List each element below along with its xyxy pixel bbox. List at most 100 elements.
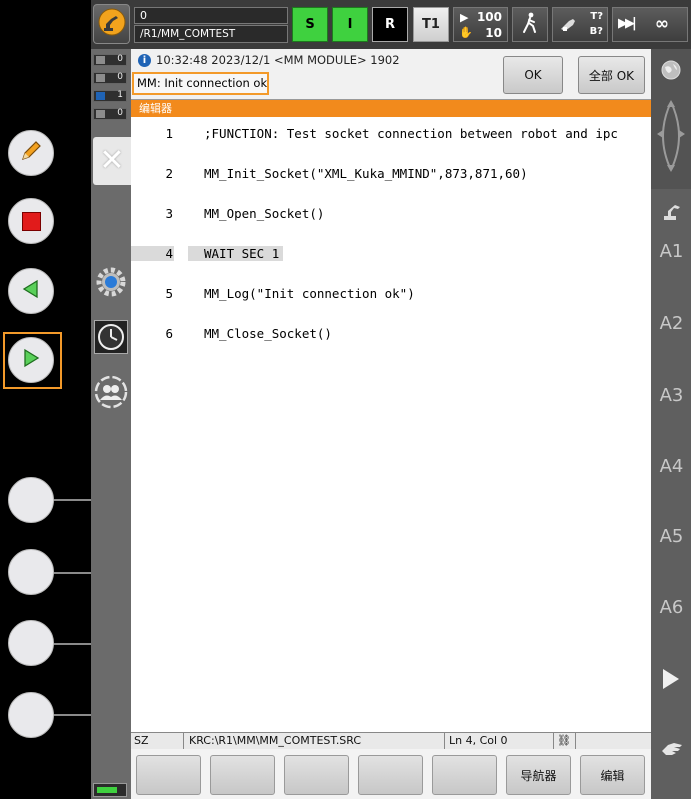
softkey-3[interactable] [284, 755, 349, 795]
operating-mode-status[interactable]: T1 [413, 7, 449, 42]
stop-icon [21, 211, 41, 231]
user-key-4[interactable] [8, 692, 54, 738]
line-text: MM_Log("Init connection ok") [204, 286, 415, 301]
code-line-1[interactable]: 1 ;FUNCTION: Test socket connection betwe… [131, 126, 651, 146]
drives-status[interactable]: I [332, 7, 368, 42]
ok-button[interactable]: OK [503, 56, 563, 94]
play-small-icon: ▶ [460, 11, 469, 24]
line-text: MM_Init_Socket("XML_Kuka_MMIND",873,871,… [204, 166, 528, 181]
status-divider [575, 733, 576, 750]
edit-button[interactable]: 编辑 [580, 755, 645, 795]
line-number: 6 [165, 326, 173, 341]
hand-icon: ✋ [459, 26, 473, 39]
line-number: 2 [165, 166, 173, 181]
globe-icon[interactable] [660, 59, 682, 85]
user-group-button[interactable] [94, 375, 128, 409]
wait-message-counter[interactable]: 0 [93, 108, 127, 120]
line-text: MM_Close_Socket() [204, 326, 332, 341]
message-header: 10:32:48 2023/12/1 <MM MODULE> 1902 [156, 53, 400, 67]
status-mode: SZ [134, 734, 149, 747]
softkey-4[interactable] [358, 755, 423, 795]
info-message-icon: i [138, 54, 151, 67]
backward-hardware-button[interactable] [8, 268, 54, 314]
navigator-button[interactable]: 导航器 [506, 755, 571, 795]
status-file-path: KRC:\R1\MM\MM_COMTEST.SRC [189, 734, 362, 747]
battery-level [97, 787, 117, 793]
ack-icon [96, 56, 105, 64]
message-source: <MM MODULE> [273, 53, 367, 67]
status-divider [183, 733, 184, 750]
play-forward-icon [20, 347, 42, 373]
user-key-2[interactable] [8, 549, 54, 595]
axis-a5-key[interactable]: A5 [652, 526, 691, 547]
jog-mode-status[interactable] [512, 7, 548, 42]
fast-forward-icon: ▶▶| [618, 16, 637, 31]
close-editor-button[interactable]: ✕ [93, 137, 131, 185]
edit-hardware-button[interactable] [8, 130, 54, 176]
clock-icon [95, 324, 127, 357]
program-number-display: 0 [134, 7, 288, 24]
pencil-icon [18, 138, 44, 168]
user-key-3[interactable] [8, 620, 54, 666]
incremental-jog-status[interactable]: ▶▶| ∞ [612, 7, 688, 42]
timer-button[interactable] [94, 320, 128, 354]
softkey-2[interactable] [210, 755, 275, 795]
key-connector-line [52, 499, 92, 501]
message-text-highlight[interactable]: MM: Init connection ok [132, 72, 269, 95]
robot-axis-icon[interactable] [661, 201, 683, 225]
line-number: 3 [165, 206, 173, 221]
axis-a3-key[interactable]: A3 [652, 385, 691, 406]
editor-status-bar: SZ KRC:\R1\MM\MM_COMTEST.SRC Ln 4, Col 0… [131, 732, 651, 750]
status-cursor-position: Ln 4, Col 0 [449, 734, 508, 747]
axis-a6-key[interactable]: A6 [652, 597, 691, 618]
override-status[interactable]: ▶ 100 ✋ 10 [453, 7, 508, 42]
line-text: WAIT SEC 1 [204, 246, 280, 261]
code-line-2[interactable]: 2 MM_Init_Socket("XML_Kuka_MMIND",873,871… [131, 166, 651, 186]
submit-interpreter-status[interactable]: S [292, 7, 328, 42]
softkey-5[interactable] [432, 755, 497, 795]
status-divider [553, 733, 554, 750]
program-path-display: /R1/MM_COMTEST [134, 25, 288, 43]
message-code: 1902 [370, 53, 400, 67]
play-backward-icon [20, 278, 42, 304]
code-line-5[interactable]: 5 MM_Log("Init connection ok") [131, 286, 651, 306]
robot-logo-icon [97, 7, 127, 41]
line-number: 1 [165, 126, 173, 141]
code-line-4[interactable]: 4 WAIT SEC 1 [131, 246, 651, 266]
users-icon [94, 375, 128, 413]
hand-jog-icon[interactable] [660, 739, 684, 763]
message-text: MM: Init connection ok [137, 76, 268, 90]
state-message-counter[interactable]: 0 [93, 72, 127, 84]
ack-message-counter[interactable]: 0 [93, 54, 127, 66]
tool-icon [559, 17, 577, 37]
kuka-main-menu-button[interactable] [93, 4, 130, 44]
battery-indicator [93, 783, 127, 797]
robot-interpreter-status[interactable]: R [372, 7, 408, 42]
walking-person-icon [521, 12, 539, 38]
line-text: MM_Open_Socket() [204, 206, 325, 221]
axis-a4-key[interactable]: A4 [652, 456, 691, 477]
play-forward-key-icon[interactable] [661, 667, 681, 695]
jog-override-value: 10 [485, 26, 502, 40]
axis-a1-key[interactable]: A1 [652, 241, 691, 262]
line-number: 4 [165, 246, 173, 261]
user-key-1[interactable] [8, 477, 54, 523]
all-ok-button[interactable]: 全部 OK [578, 56, 645, 94]
line-number: 5 [165, 286, 173, 301]
active-tool-base-status[interactable]: T? B? [552, 7, 608, 42]
stop-hardware-button[interactable] [8, 198, 54, 244]
editor-title-bar: 编辑器 [131, 100, 651, 117]
start-hardware-button[interactable] [8, 337, 54, 383]
message-timestamp: 10:32:48 2023/12/1 [156, 53, 271, 67]
softkey-1[interactable] [136, 755, 201, 795]
tool-label: T? [590, 11, 603, 22]
program-override-value: 100 [476, 10, 502, 24]
axis-a2-key[interactable]: A2 [652, 313, 691, 334]
configuration-button[interactable] [94, 265, 128, 299]
line-text: ;FUNCTION: Test socket connection betwee… [204, 126, 618, 141]
code-line-3[interactable]: 3 MM_Open_Socket() [131, 206, 651, 226]
status-divider [444, 733, 445, 750]
info-message-counter[interactable]: 1 [93, 90, 127, 102]
code-line-6[interactable]: 6 MM_Close_Socket() [131, 326, 651, 346]
space-mouse-icon[interactable] [653, 98, 689, 178]
